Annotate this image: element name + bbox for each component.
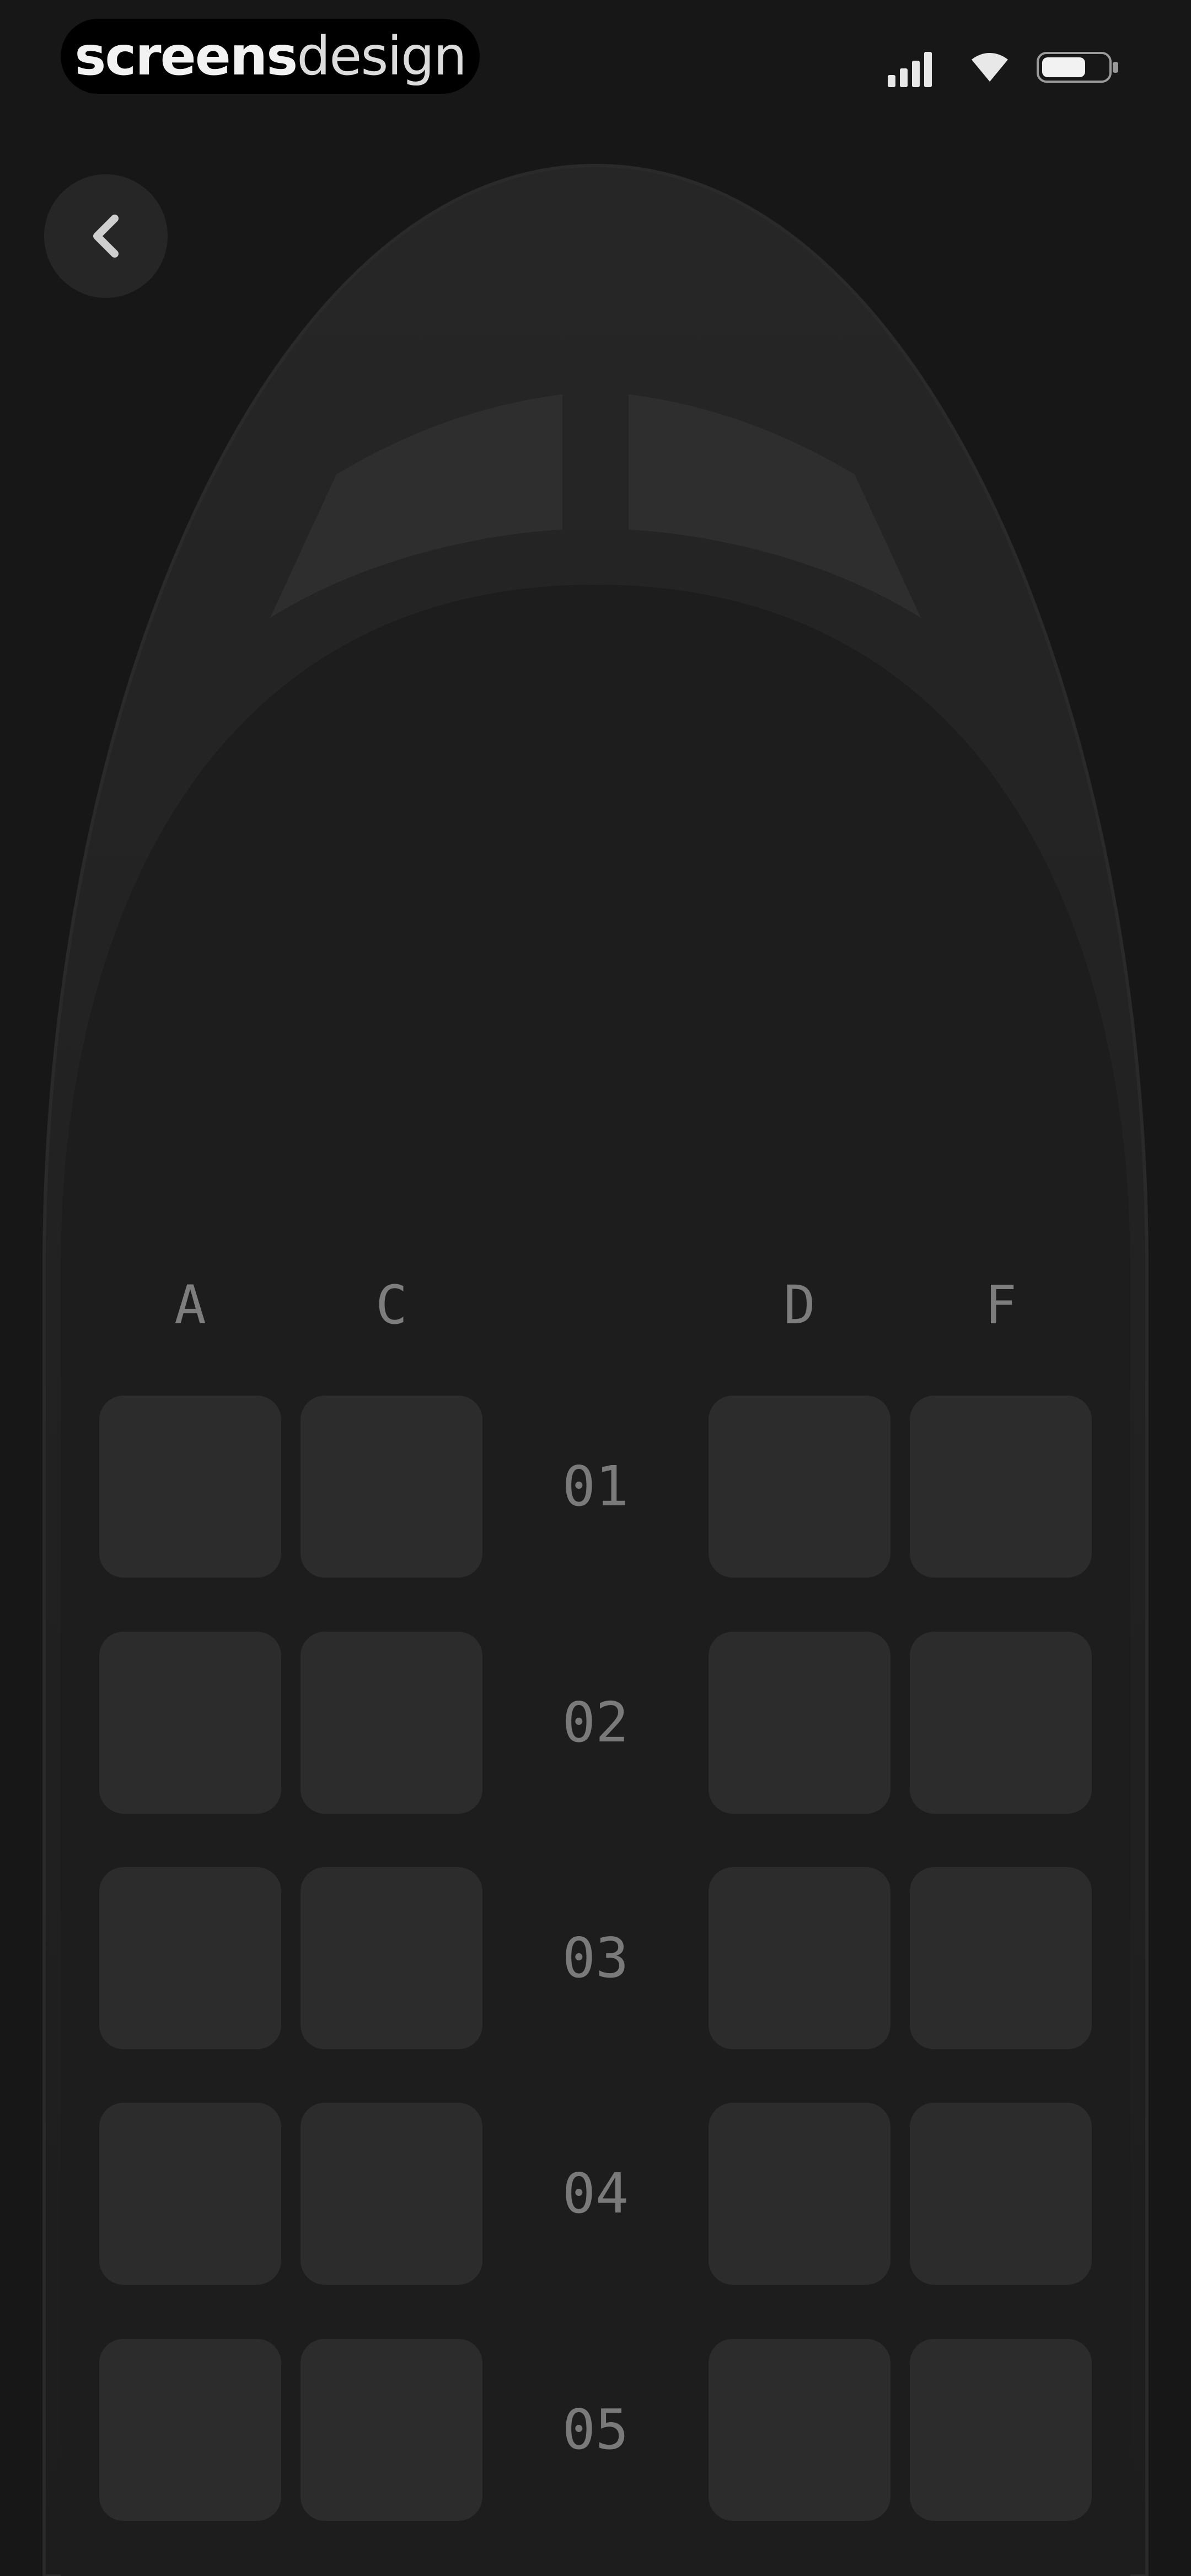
seat-01d[interactable]	[709, 1396, 890, 1578]
seat-05d[interactable]	[709, 2339, 890, 2521]
seat-02a[interactable]	[99, 1632, 281, 1814]
seat-05c[interactable]	[301, 2339, 482, 2521]
seat-03f[interactable]	[910, 1867, 1092, 2049]
seat-03a[interactable]	[99, 1867, 281, 2049]
seat-01f[interactable]	[910, 1396, 1092, 1578]
seat-05f[interactable]	[910, 2339, 1092, 2521]
status-bar: screens design	[0, 0, 1191, 127]
seat-03c[interactable]	[301, 1867, 482, 2049]
row-number: 01	[562, 1454, 629, 1519]
back-button[interactable]	[44, 174, 168, 298]
seat-02d[interactable]	[709, 1632, 890, 1814]
seat-01a[interactable]	[99, 1396, 281, 1578]
seat-05a[interactable]	[99, 2339, 281, 2521]
row-number: 02	[562, 1690, 629, 1755]
seat-02f[interactable]	[910, 1632, 1092, 1814]
wifi-icon	[972, 53, 1008, 82]
seat-selection-screen: screens design A C D F 01 02 03 04 05	[0, 0, 1191, 2576]
row-number: 03	[562, 1926, 629, 1990]
status-icons	[888, 49, 1119, 87]
seat-01c[interactable]	[301, 1396, 482, 1578]
column-label-a: A	[174, 1274, 206, 1336]
seat-04a[interactable]	[99, 2103, 281, 2285]
column-label-f: F	[985, 1274, 1017, 1336]
column-label-c: C	[375, 1274, 407, 1336]
seat-02c[interactable]	[301, 1632, 482, 1814]
brand-logo: screens design	[61, 19, 480, 94]
chevron-left-icon	[93, 215, 119, 258]
row-number: 05	[562, 2397, 629, 2462]
seat-04f[interactable]	[910, 2103, 1092, 2285]
row-number: 04	[562, 2161, 629, 2226]
column-label-d: D	[784, 1274, 816, 1336]
brand-bold-text: screens	[74, 25, 298, 87]
brand-light-text: design	[297, 25, 466, 87]
seat-03d[interactable]	[709, 1867, 890, 2049]
battery-icon	[1037, 52, 1118, 83]
seat-04c[interactable]	[301, 2103, 482, 2285]
signal-icon	[888, 52, 932, 87]
seat-04d[interactable]	[709, 2103, 890, 2285]
